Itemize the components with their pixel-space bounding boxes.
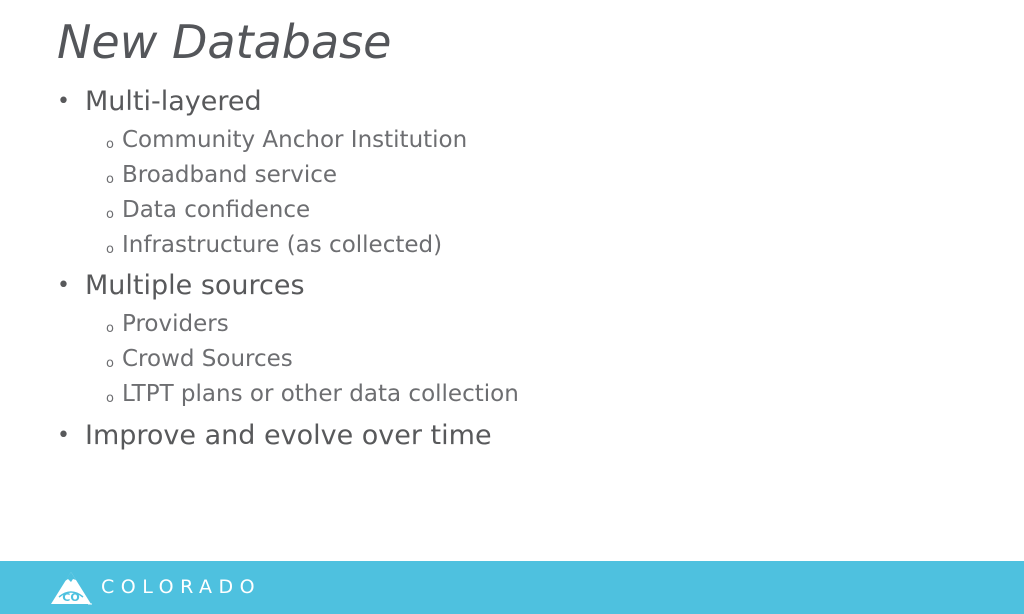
sub-bullet-text: Community Anchor Institution xyxy=(122,127,468,153)
sub-bullet-icon: o xyxy=(106,137,114,152)
bullet-icon: • xyxy=(57,89,70,114)
footer-bar: CO COLORADO xyxy=(0,561,1024,614)
bullet-text: Multiple sources xyxy=(85,270,305,301)
sub-bullet-icon: o xyxy=(106,207,114,222)
colorado-mountain-logo-icon: CO xyxy=(51,572,92,605)
sub-bullet-icon: o xyxy=(106,321,114,336)
sub-bullet-text: LTPT plans or other data collection xyxy=(122,381,519,407)
sub-bullet-icon: o xyxy=(106,391,114,406)
bullet-text: Improve and evolve over time xyxy=(85,420,492,451)
sub-bullet-text: Data confidence xyxy=(122,197,311,223)
bullet-text: Multi-layered xyxy=(85,86,262,117)
sub-bullet-icon: o xyxy=(106,172,114,187)
sub-bullet-text: Infrastructure (as collected) xyxy=(122,232,443,258)
sub-bullet-text: Providers xyxy=(122,311,229,337)
bullet-icon: • xyxy=(57,423,70,448)
slide-title: New Database xyxy=(57,15,392,69)
sub-bullet-text: Crowd Sources xyxy=(122,346,293,372)
sub-bullet-text: Broadband service xyxy=(122,162,338,188)
sub-bullet-icon: o xyxy=(106,356,114,371)
sub-bullet-icon: o xyxy=(106,242,114,257)
colorado-brand-text: COLORADO xyxy=(101,576,262,598)
bullet-icon: • xyxy=(57,273,70,298)
logo-mark-text: CO xyxy=(62,591,79,604)
